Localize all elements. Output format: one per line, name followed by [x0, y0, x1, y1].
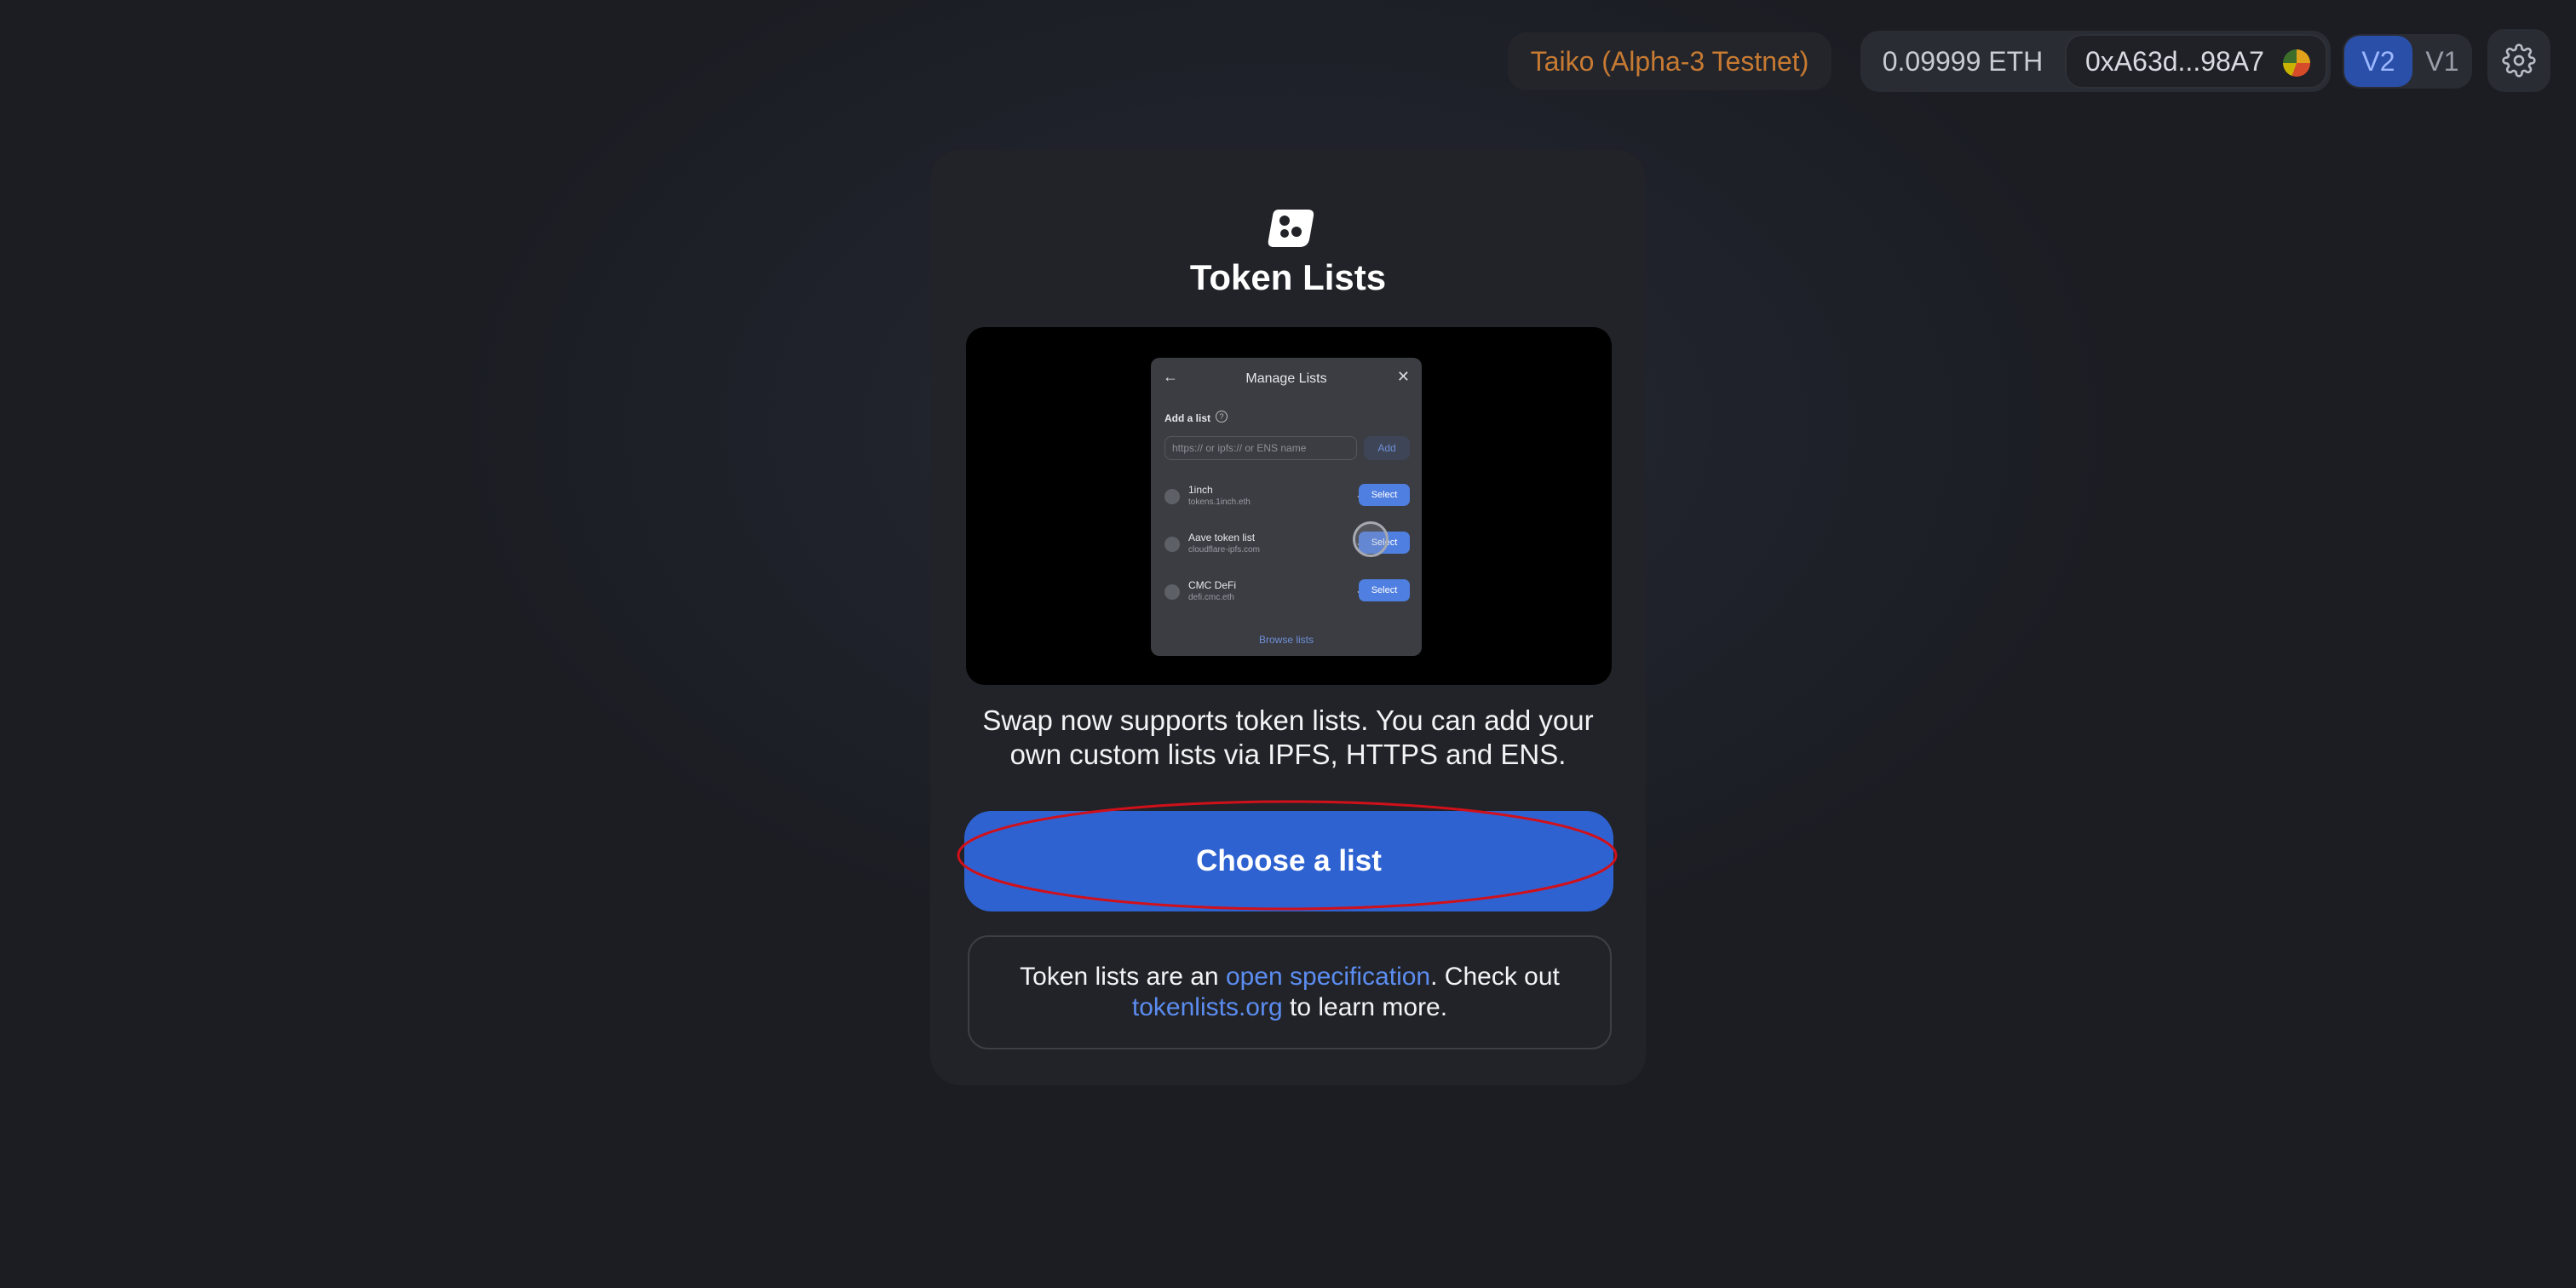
version-v1-label: V1 — [2425, 45, 2459, 77]
info-prefix: Token lists are an — [1020, 963, 1226, 991]
list-select-button: Select — [1359, 579, 1410, 601]
info-box: Token lists are an open specification. C… — [968, 935, 1612, 1049]
click-cursor-indicator — [1353, 521, 1389, 557]
gear-icon — [2502, 43, 2536, 78]
description-text: Swap now supports token lists. You can a… — [982, 704, 1594, 770]
list-source: tokens.1inch.eth — [1188, 497, 1251, 507]
list-logo-icon — [1164, 584, 1180, 600]
version-v1-button[interactable]: V1 — [2412, 46, 2472, 78]
manage-lists-preview: ← Manage Lists ✕ Add a list ? https:// o… — [1151, 358, 1422, 656]
network-indicator[interactable]: Taiko (Alpha-3 Testnet) — [1508, 32, 1831, 90]
list-name: 1inch — [1188, 484, 1213, 496]
choose-list-button[interactable]: Choose a list — [964, 811, 1613, 911]
version-v2-button[interactable]: V2 — [2344, 36, 2412, 87]
card-title: Token Lists — [1189, 257, 1387, 297]
list-name: CMC DeFi — [1188, 579, 1236, 591]
token-lists-icon — [1268, 210, 1314, 247]
preview-title: Manage Lists — [1245, 371, 1327, 386]
identicon-icon — [2283, 49, 2310, 77]
list-item: CMC DeFi defi.cmc.eth ⌄ Select — [1164, 578, 1410, 612]
open-specification-link[interactable]: open specification — [1226, 963, 1430, 991]
info-text: Token lists are an open specification. C… — [1020, 962, 1560, 1023]
token-lists-card: Token Lists ← Manage Lists ✕ Add a list … — [930, 150, 1646, 1085]
tokenlists-link[interactable]: tokenlists.org — [1132, 993, 1283, 1021]
info-middle: . Check out — [1430, 963, 1560, 991]
choose-list-label: Choose a list — [1196, 844, 1382, 877]
preview-add-button: Add — [1364, 436, 1410, 460]
list-name: Aave token list — [1188, 532, 1256, 543]
list-source: defi.cmc.eth — [1188, 593, 1234, 602]
list-logo-icon — [1164, 489, 1180, 504]
help-icon: ? — [1216, 411, 1228, 423]
list-source: cloudflare-ipfs.com — [1188, 545, 1260, 555]
preview-add-label: Add a list — [1164, 412, 1211, 424]
balance-text: 0.09999 ETH — [1882, 45, 2044, 77]
list-logo-icon — [1164, 537, 1180, 552]
settings-button[interactable] — [2487, 29, 2550, 92]
close-icon: ✕ — [1396, 368, 1410, 385]
list-item: 1inch tokens.1inch.eth ⌄ Select — [1164, 482, 1410, 516]
preview-url-input: https:// or ipfs:// or ENS name — [1164, 436, 1357, 460]
address-text: 0xA63d...98A7 — [2085, 45, 2264, 77]
network-label: Taiko (Alpha-3 Testnet) — [1530, 45, 1809, 77]
info-suffix: to learn more. — [1282, 993, 1448, 1021]
version-v2-label: V2 — [2361, 45, 2395, 77]
preview-video[interactable]: ← Manage Lists ✕ Add a list ? https:// o… — [966, 327, 1612, 685]
version-toggle: V2 V1 — [2343, 34, 2472, 89]
preview-browse-link: Browse lists — [1258, 634, 1314, 646]
address-button[interactable]: 0xA63d...98A7 — [2065, 34, 2327, 89]
list-select-button: Select — [1359, 484, 1410, 506]
account-panel[interactable]: 0.09999 ETH 0xA63d...98A7 — [1860, 31, 2331, 92]
